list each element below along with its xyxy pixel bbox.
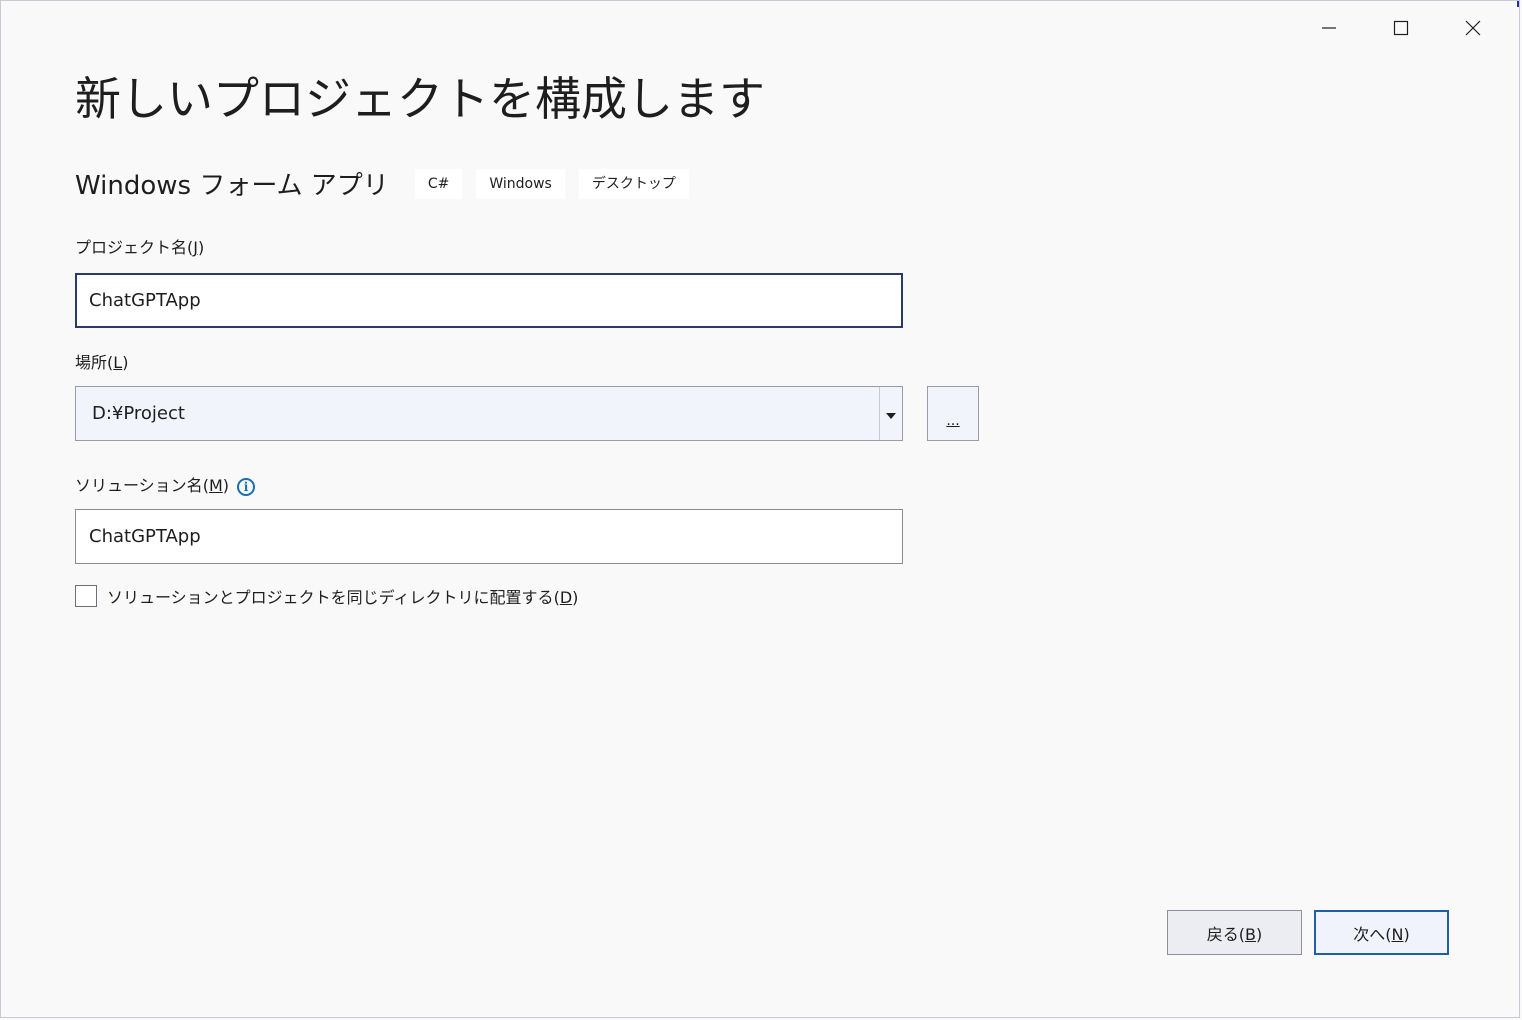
template-header: Windows フォーム アプリ C# Windows デスクトップ [75, 165, 703, 202]
same-directory-option[interactable]: ソリューションとプロジェクトを同じディレクトリに配置する(D) [75, 584, 578, 608]
location-dropdown-button[interactable] [879, 387, 902, 440]
location-value: D:¥Project [92, 403, 185, 424]
dialog-window: 新しいプロジェクトを構成します Windows フォーム アプリ C# Wind… [0, 0, 1520, 1018]
solution-name-value: ChatGPTApp [89, 526, 201, 547]
template-name: Windows フォーム アプリ [75, 171, 389, 201]
project-name-label: プロジェクト名(J) [75, 238, 205, 257]
project-name-input[interactable]: ChatGPTApp [75, 273, 903, 328]
solution-name-input[interactable]: ChatGPTApp [75, 509, 903, 564]
titlebar-controls [1293, 11, 1509, 45]
solution-name-label: ソリューション名(M) i [75, 472, 255, 496]
location-combobox[interactable]: D:¥Project [75, 386, 903, 441]
minimize-button[interactable] [1293, 11, 1365, 45]
browse-button[interactable]: ... [927, 386, 979, 441]
next-button-label: 次へ(N) [1353, 924, 1410, 944]
back-button[interactable]: 戻る(B) [1167, 910, 1302, 955]
caret-down-icon [886, 403, 896, 424]
minimize-icon [1321, 20, 1337, 36]
back-button-label: 戻る(B) [1206, 924, 1263, 944]
project-name-value: ChatGPTApp [89, 290, 201, 311]
same-directory-checkbox[interactable] [75, 585, 97, 607]
tag-project-type: デスクトップ [578, 168, 689, 199]
window-edge [1517, 1, 1519, 7]
maximize-button[interactable] [1365, 11, 1437, 45]
same-directory-label: ソリューションとプロジェクトを同じディレクトリに配置する(D) [107, 588, 579, 607]
location-label: 場所(L) [75, 353, 129, 372]
next-button[interactable]: 次へ(N) [1314, 910, 1449, 955]
browse-button-label: ... [946, 413, 960, 429]
page-title: 新しいプロジェクトを構成します [75, 72, 765, 126]
close-button[interactable] [1437, 11, 1509, 45]
close-icon [1465, 20, 1481, 36]
tag-platform: Windows [476, 168, 565, 199]
tag-language: C# [414, 168, 463, 199]
maximize-icon [1393, 20, 1409, 36]
info-icon[interactable]: i [237, 477, 255, 496]
